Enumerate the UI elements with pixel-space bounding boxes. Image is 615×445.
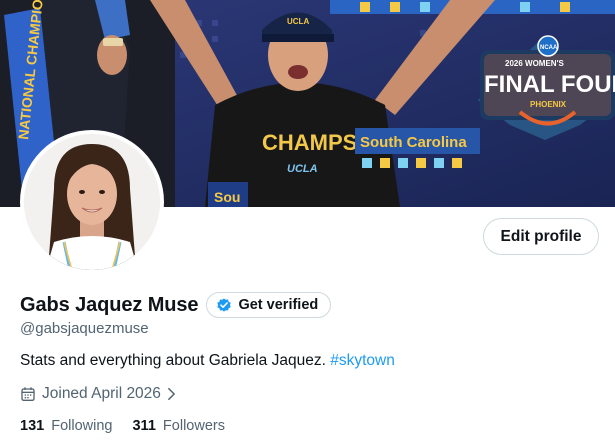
followers-count: 311 [132, 418, 156, 434]
following-link[interactable]: 131 Following [20, 418, 112, 434]
banner-cap-text: UCLA [287, 17, 309, 26]
profile-page: NATIONAL CHAMPIONS UCLA CHAMPS UCLA Sout… [0, 0, 615, 445]
profile-avatar[interactable] [20, 130, 164, 274]
joined-date-text: Joined April 2026 [42, 385, 161, 402]
bio-text: Stats and everything about Gabriela Jaqu… [20, 352, 331, 369]
display-name: Gabs Jaquez Muse [20, 293, 199, 316]
logo-top-line: 2026 WOMEN'S [505, 59, 564, 68]
logo-main-line: FINAL FOUR [484, 71, 615, 98]
ncaa-badge-text: NCAA [540, 45, 558, 51]
edit-profile-button[interactable]: Edit profile [483, 218, 599, 255]
user-handle: @gabsjaquezmuse [20, 320, 149, 337]
follow-counts: 131 Following 311 Followers [20, 418, 245, 434]
name-row: Gabs Jaquez Muse Get verified [20, 292, 332, 318]
banner-shirt-text: CHAMPS [262, 130, 357, 155]
followers-label: Followers [162, 418, 225, 434]
banner-shirt-subtext: UCLA [287, 163, 318, 175]
following-label: Following [51, 418, 113, 434]
joined-date-row[interactable]: Joined April 2026 [20, 385, 176, 403]
get-verified-label: Get verified [238, 297, 319, 313]
banner-lower-sign-text: Sou [214, 189, 240, 205]
banner-sign-text: South Carolina [360, 134, 467, 151]
followers-link[interactable]: 311 Followers [132, 418, 224, 434]
profile-bio: Stats and everything about Gabriela Jaqu… [20, 352, 395, 370]
calendar-icon [21, 387, 35, 401]
chevron-right-icon [168, 387, 175, 401]
avatar-image [24, 134, 160, 270]
verified-badge-icon [217, 298, 232, 312]
get-verified-button[interactable]: Get verified [206, 292, 332, 318]
following-count: 131 [20, 418, 45, 434]
logo-city: PHOENIX [530, 100, 567, 109]
bio-hashtag-link[interactable]: #skytown [330, 352, 395, 369]
